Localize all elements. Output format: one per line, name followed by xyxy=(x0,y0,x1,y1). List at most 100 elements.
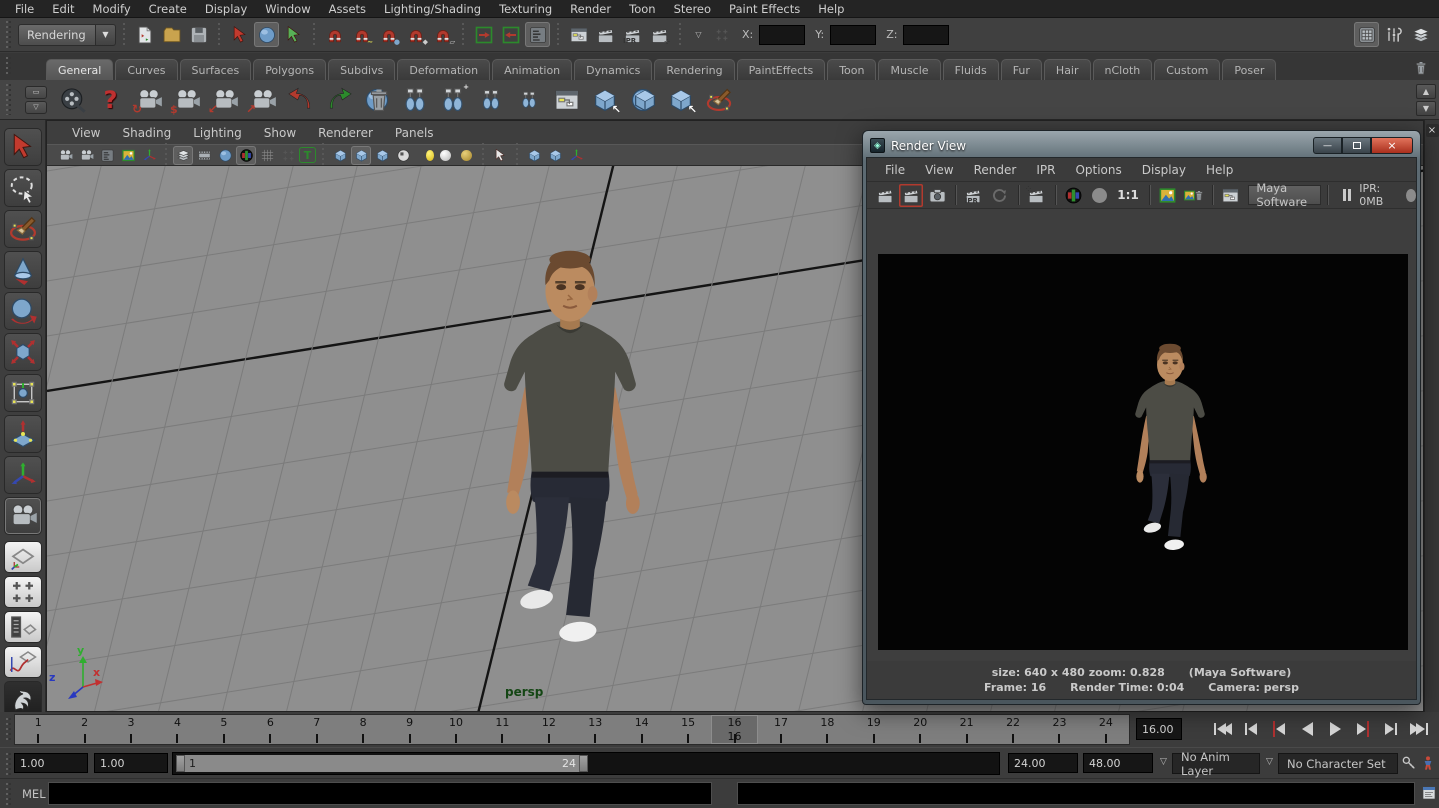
time-slider-frame-14[interactable]: 14 xyxy=(618,715,664,744)
shelf-film-reel-button[interactable] xyxy=(56,83,89,116)
shelf-camera-dollar-button[interactable]: $ xyxy=(170,83,203,116)
character-set-dropdown-icon[interactable]: ▽ xyxy=(1266,757,1273,767)
time-slider-frame-18[interactable]: 18 xyxy=(804,715,850,744)
current-time-field[interactable] xyxy=(1136,718,1182,740)
menu-set-selector[interactable]: Rendering ▼ xyxy=(18,24,116,46)
status-line-grip[interactable] xyxy=(5,21,13,47)
shelf-tab-surfaces[interactable]: Surfaces xyxy=(180,59,252,80)
snap-to-projected-center-button[interactable]: ◆ xyxy=(403,22,428,47)
film-gate-icon[interactable] xyxy=(194,146,214,165)
xray-icon[interactable] xyxy=(524,146,544,165)
time-slider-grip[interactable] xyxy=(5,718,13,740)
menu-window[interactable]: Window xyxy=(256,2,319,16)
save-scene-button[interactable] xyxy=(186,22,211,47)
show-manipulator-tool-button[interactable] xyxy=(4,456,42,494)
shelf-camera-orbit-button[interactable]: ↻ xyxy=(132,83,165,116)
time-slider-frame-4[interactable]: 4 xyxy=(154,715,200,744)
range-slider-grip[interactable] xyxy=(5,753,13,775)
time-slider-frame-7[interactable]: 7 xyxy=(294,715,340,744)
shelf-scroll-down-button[interactable]: ▼ xyxy=(1416,101,1436,116)
attribute-editor-toggle-button[interactable] xyxy=(1354,22,1379,47)
render-view-menu-options[interactable]: Options xyxy=(1065,163,1131,177)
viewport-menu-panels[interactable]: Panels xyxy=(384,126,445,140)
menu-display[interactable]: Display xyxy=(196,2,256,16)
time-slider-frame-9[interactable]: 9 xyxy=(386,715,432,744)
render-region-button[interactable]: ⁘ xyxy=(1025,184,1049,207)
menu-render[interactable]: Render xyxy=(561,2,620,16)
time-slider-frame-11[interactable]: 11 xyxy=(479,715,525,744)
viewport-menu-show[interactable]: Show xyxy=(253,126,307,140)
maximize-button[interactable] xyxy=(1342,137,1371,154)
shelf-paint-brush-button[interactable] xyxy=(702,83,735,116)
step-forward-key-button[interactable] xyxy=(1350,717,1376,741)
panel-close-icon[interactable]: × xyxy=(1426,124,1439,137)
time-slider-frame-3[interactable]: 3 xyxy=(108,715,154,744)
menu-toon[interactable]: Toon xyxy=(620,2,664,16)
snap-to-grid-button[interactable] xyxy=(322,22,347,47)
shelf-tab-fur[interactable]: Fur xyxy=(1001,59,1042,80)
viewport-menu-view[interactable]: View xyxy=(61,126,111,140)
snap-to-curve-button[interactable]: ~ xyxy=(349,22,374,47)
menu-create[interactable]: Create xyxy=(140,2,196,16)
collapse-arrow-icon[interactable]: ▽ xyxy=(688,24,709,45)
shelf-tab-rendering[interactable]: Rendering xyxy=(654,59,734,80)
playback-start-field[interactable]: 1.00 xyxy=(94,753,168,773)
rendered-image[interactable] xyxy=(878,254,1408,650)
shelf-tab-toon[interactable]: Toon xyxy=(827,59,876,80)
menu-assets[interactable]: Assets xyxy=(320,2,375,16)
auto-keyframe-toggle-icon[interactable] xyxy=(1398,752,1419,773)
y-coordinate-input[interactable] xyxy=(830,25,876,45)
animation-end-field[interactable]: 48.00 xyxy=(1083,753,1153,773)
select-object-mode-button[interactable] xyxy=(254,22,279,47)
viewport-menu-shading[interactable]: Shading xyxy=(111,126,182,140)
menu-paint-effects[interactable]: Paint Effects xyxy=(720,2,809,16)
shelf-tab-ncloth[interactable]: nCloth xyxy=(1093,59,1153,80)
step-back-key-button[interactable] xyxy=(1266,717,1292,741)
ipr-render-button[interactable]: IPR xyxy=(620,22,645,47)
render-settings-button[interactable]: ⁘ xyxy=(647,22,672,47)
shelf-tab-polygons[interactable]: Polygons xyxy=(253,59,326,80)
shelf-tab-animation[interactable]: Animation xyxy=(492,59,572,80)
pause-ipr-icon[interactable] xyxy=(1343,189,1351,201)
paint-selection-tool-button[interactable] xyxy=(4,210,42,248)
x-coordinate-input[interactable] xyxy=(759,25,805,45)
field-chart-icon[interactable] xyxy=(257,146,277,165)
animation-start-field[interactable]: 1.00 xyxy=(14,753,88,773)
shelf-joint-tool-button-1[interactable] xyxy=(398,83,431,116)
shelf-tab-painteffects[interactable]: PaintEffects xyxy=(737,59,826,80)
shelf-redo-button[interactable] xyxy=(322,83,355,116)
render-view-menu-ipr[interactable]: IPR xyxy=(1026,163,1065,177)
time-slider-frame-8[interactable]: 8 xyxy=(340,715,386,744)
time-slider-frame-23[interactable]: 23 xyxy=(1036,715,1082,744)
go-to-start-button[interactable] xyxy=(1210,717,1236,741)
snap-to-view-plane-button[interactable]: ▱ xyxy=(430,22,455,47)
shelf-dropdown-button[interactable]: ▽ xyxy=(25,101,47,114)
textured-mode-icon[interactable] xyxy=(372,146,392,165)
play-backwards-button[interactable] xyxy=(1294,717,1320,741)
move-tool-button[interactable] xyxy=(4,251,42,289)
anim-layer-selector[interactable]: No Anim Layer xyxy=(1172,753,1260,774)
menu-stereo[interactable]: Stereo xyxy=(665,2,720,16)
command-result-field[interactable] xyxy=(737,782,1415,805)
last-tool-used-button[interactable] xyxy=(4,497,42,535)
refresh-ipr-button[interactable] xyxy=(988,184,1012,207)
z-coordinate-input[interactable] xyxy=(903,25,949,45)
wire-on-shaded-icon[interactable] xyxy=(566,146,586,165)
shelf-camera-track-button[interactable]: ↙ xyxy=(208,83,241,116)
time-slider-frame-10[interactable]: 10 xyxy=(433,715,479,744)
display-rgb-channels-button[interactable] xyxy=(1061,184,1085,207)
shelf-sphere-cube-select-button[interactable] xyxy=(626,83,659,116)
universal-manipulator-button[interactable] xyxy=(4,374,42,412)
time-slider-frame-15[interactable]: 15 xyxy=(665,715,711,744)
grid-toggle-icon[interactable] xyxy=(173,146,193,165)
render-button[interactable] xyxy=(873,184,897,207)
viewport-menu-renderer[interactable]: Renderer xyxy=(307,126,384,140)
select-hierarchy-button[interactable] xyxy=(227,22,252,47)
select-tool-button[interactable] xyxy=(4,128,42,166)
construction-history-button[interactable] xyxy=(525,22,550,47)
open-render-settings-button[interactable] xyxy=(1218,184,1242,207)
output-connections-button[interactable] xyxy=(498,22,523,47)
menu-texturing[interactable]: Texturing xyxy=(490,2,561,16)
camera-select-icon[interactable] xyxy=(55,146,75,165)
character-model[interactable] xyxy=(471,240,669,672)
